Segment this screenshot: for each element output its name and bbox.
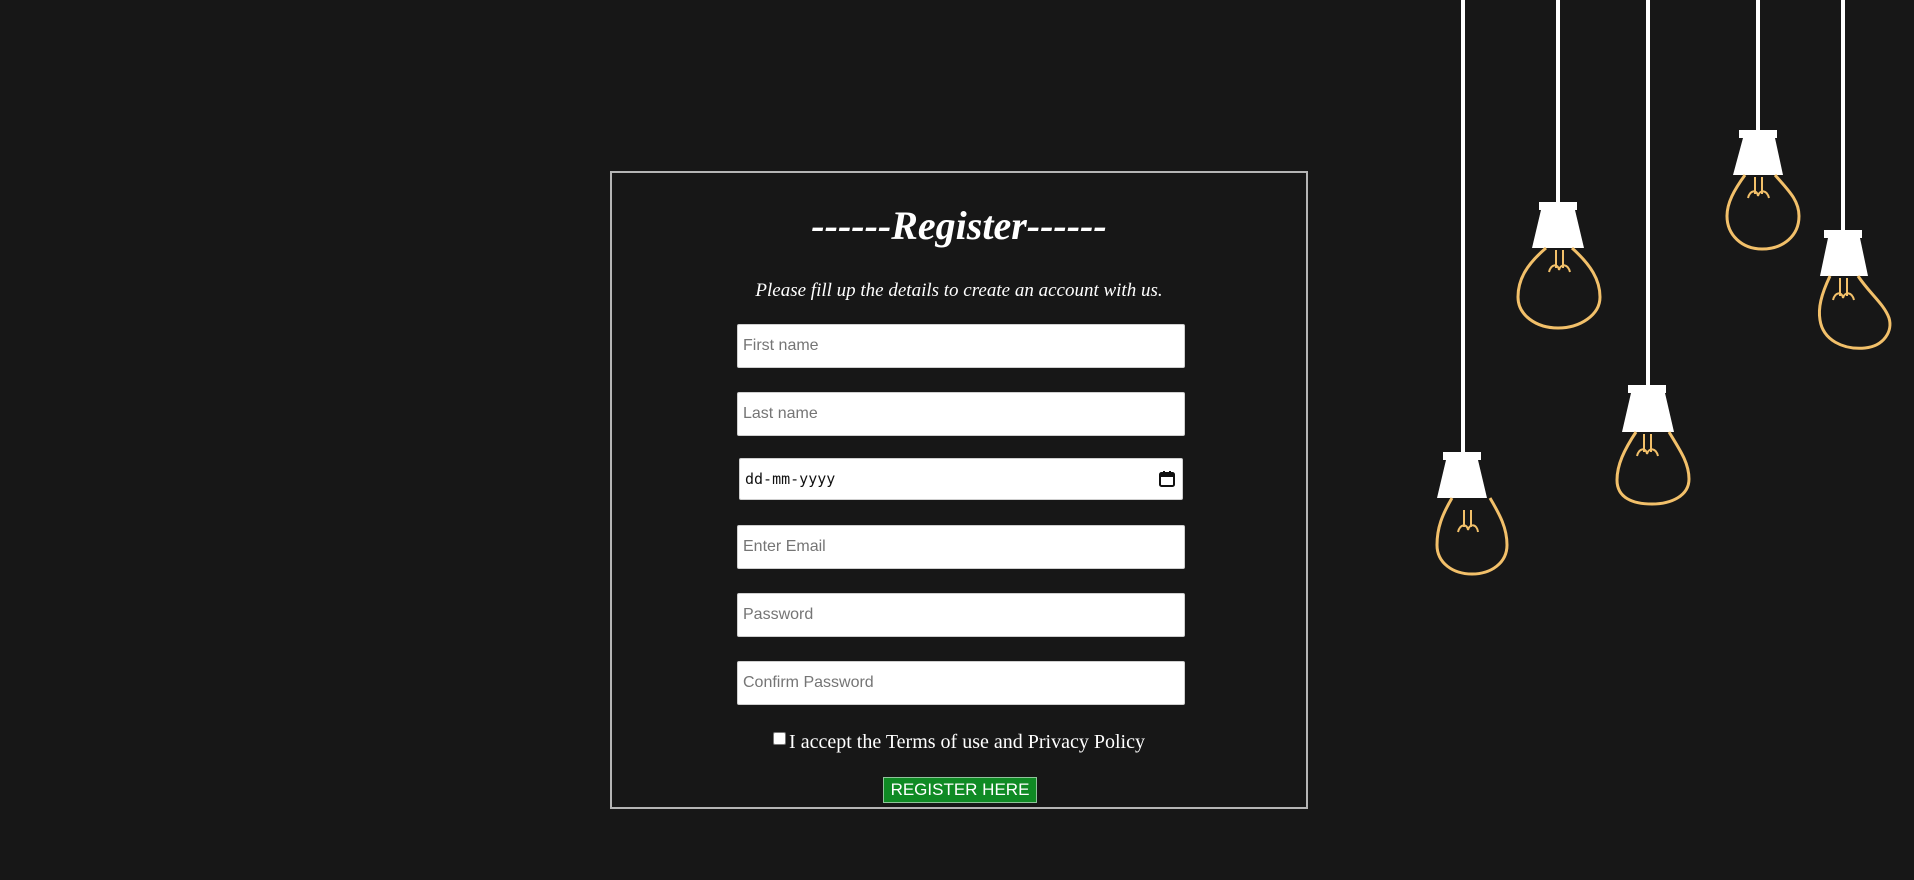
light-bulb-icon	[1516, 0, 1602, 330]
date-of-birth-input[interactable]: dd-mm-yyyy	[739, 458, 1183, 500]
terms-checkbox[interactable]	[773, 732, 787, 745]
calendar-icon[interactable]	[1158, 470, 1176, 488]
last-name-input[interactable]	[737, 392, 1185, 436]
register-form: ------Register------ Please fill up the …	[610, 171, 1308, 809]
terms-row: I accept the Terms of use and Privacy Po…	[612, 730, 1306, 754]
terms-label: I accept the Terms of use and Privacy Po…	[789, 731, 1145, 753]
password-input[interactable]	[737, 593, 1185, 637]
light-bulb-icon	[1725, 0, 1801, 251]
light-bulb-icon	[1435, 0, 1509, 576]
light-bulb-icon	[1615, 0, 1691, 506]
confirm-password-input[interactable]	[737, 661, 1185, 705]
first-name-input[interactable]	[737, 324, 1185, 368]
register-button[interactable]: REGISTER HERE	[883, 777, 1037, 803]
light-bulb-icon	[1817, 0, 1892, 350]
form-title: ------Register------	[811, 203, 1107, 248]
form-subtitle: Please fill up the details to create an …	[755, 280, 1163, 301]
email-input[interactable]	[737, 525, 1185, 569]
date-placeholder: dd-mm-yyyy	[745, 470, 836, 488]
